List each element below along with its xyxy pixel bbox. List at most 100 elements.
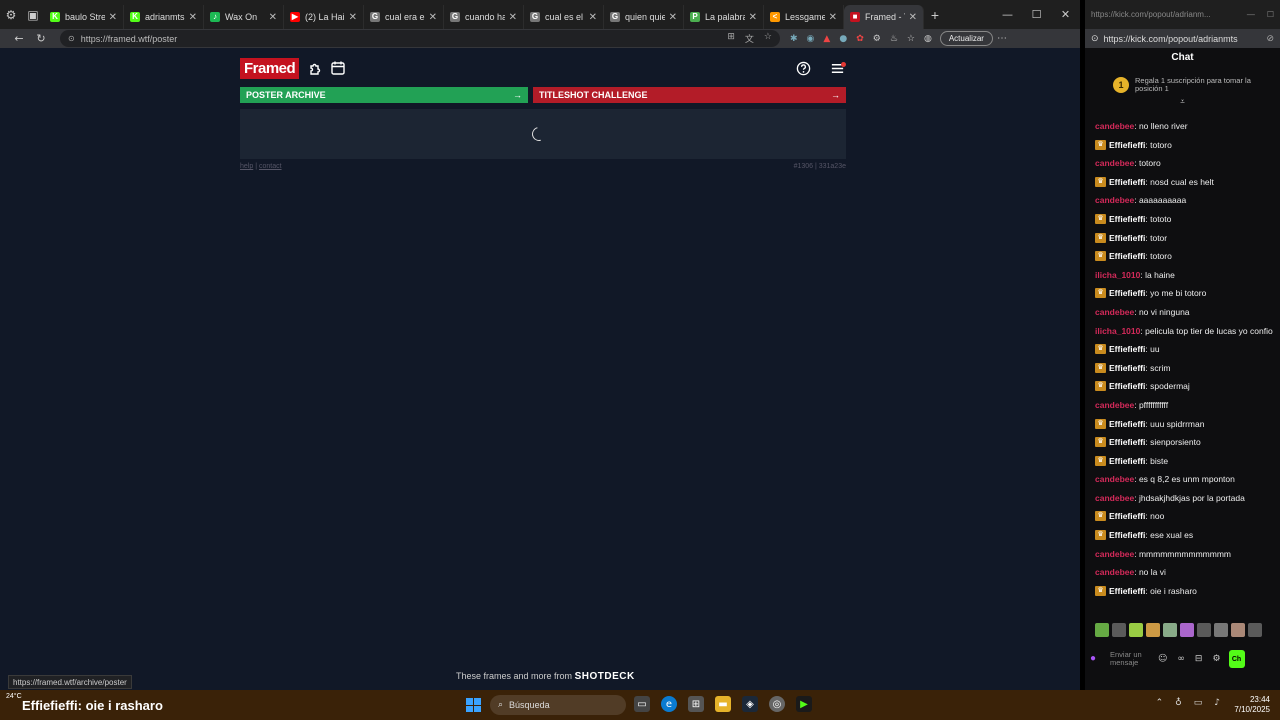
tab-close-icon[interactable]: ✕ bbox=[429, 12, 437, 23]
chat-message[interactable]: ♛ Effiefieffi: uu bbox=[1095, 344, 1273, 355]
browser-tab[interactable]: Gcual era el n ✕ bbox=[364, 5, 444, 29]
chat-username[interactable]: Effiefieffi bbox=[1109, 344, 1145, 354]
chat-message[interactable]: ♛ Effiefieffi: noo bbox=[1095, 511, 1273, 522]
tab-close-icon[interactable]: ✕ bbox=[189, 12, 197, 23]
network-icon[interactable]: ▭ bbox=[1194, 698, 1203, 708]
chat-input[interactable]: Enviar un mensaje bbox=[1110, 651, 1150, 667]
volume-icon[interactable]: ♪ bbox=[1214, 698, 1220, 708]
clock[interactable]: 23:44 7/10/2025 bbox=[1234, 695, 1270, 715]
browser-tab[interactable]: Gcual es el nu ✕ bbox=[524, 5, 604, 29]
chat-username[interactable]: Effiefieffi bbox=[1109, 511, 1145, 521]
minimize-icon[interactable]: — bbox=[993, 8, 1022, 21]
browser-tab[interactable]: ▶ (2) La Haine ✕ bbox=[284, 5, 364, 29]
chat-username[interactable]: Effiefieffi bbox=[1109, 288, 1145, 298]
chat-username[interactable]: Effiefieffi bbox=[1109, 363, 1145, 373]
chat-username[interactable]: candebee bbox=[1095, 121, 1134, 131]
chat-send-button[interactable]: Ch bbox=[1228, 650, 1245, 668]
emote-icon[interactable] bbox=[1197, 623, 1211, 637]
chat-message[interactable]: candebee: mmmmmmmmmmmmm bbox=[1095, 549, 1273, 559]
store-icon[interactable]: ⊞ bbox=[688, 696, 704, 712]
pinned-gift-banner[interactable]: 1 Regala 1 suscripción para tomar la pos… bbox=[1113, 77, 1270, 93]
chat-username[interactable]: Effiefieffi bbox=[1109, 586, 1145, 596]
maximize-icon[interactable]: ☐ bbox=[1022, 8, 1051, 21]
scroll-down-icon[interactable]: ⩡ bbox=[1085, 97, 1280, 107]
kick-app-icon[interactable]: ▶ bbox=[796, 696, 812, 712]
browser-tab[interactable]: ♪ Wax On ✕ bbox=[204, 5, 284, 29]
tab-close-icon[interactable]: ✕ bbox=[269, 12, 277, 23]
site-info-icon[interactable]: ⊙ bbox=[68, 34, 75, 43]
browser-tab[interactable]: < Lessgames ✕ bbox=[764, 5, 844, 29]
browser-tab[interactable]: Kadrianmts St ✕ bbox=[124, 5, 204, 29]
update-button[interactable]: Actualizar bbox=[939, 31, 993, 46]
contact-link[interactable]: contact bbox=[259, 163, 282, 170]
chat-username[interactable]: Effiefieffi bbox=[1109, 456, 1145, 466]
chat-username[interactable]: candebee bbox=[1095, 307, 1134, 317]
chat-message[interactable]: candebee: no la vi bbox=[1095, 567, 1273, 577]
chat-username[interactable]: Effiefieffi bbox=[1109, 419, 1145, 429]
popup-minimize-icon[interactable]: — bbox=[1247, 10, 1255, 19]
chat-username[interactable]: Effiefieffi bbox=[1109, 140, 1145, 150]
extension-6-icon[interactable]: ⚙ bbox=[873, 34, 881, 44]
chat-username[interactable]: candebee bbox=[1095, 493, 1134, 503]
chat-username[interactable]: Effiefieffi bbox=[1109, 233, 1145, 243]
chat-message[interactable]: ilicha_1010: la haine bbox=[1095, 270, 1273, 280]
titleshot-challenge-button[interactable]: TITLESHOT CHALLENGE → bbox=[533, 87, 846, 103]
new-tab-icon[interactable]: + bbox=[924, 7, 946, 23]
chat-message[interactable]: candebee: jhdsakjhdkjas por la portada bbox=[1095, 493, 1273, 503]
puzzle-icon[interactable] bbox=[307, 59, 325, 77]
emoji-icon[interactable]: ☺ bbox=[1158, 654, 1167, 664]
chat-message[interactable]: ♛ Effiefieffi: yo me bi totoro bbox=[1095, 288, 1273, 299]
windows-start-icon[interactable] bbox=[466, 698, 481, 712]
file-explorer-icon[interactable]: ▬ bbox=[715, 696, 731, 712]
emote-icon[interactable] bbox=[1146, 623, 1160, 637]
chat-message[interactable]: ilicha_1010: pelicula top tier de lucas … bbox=[1095, 326, 1273, 336]
steam-icon[interactable]: ◈ bbox=[742, 696, 758, 712]
extension-7-icon[interactable]: ♨ bbox=[890, 34, 898, 44]
chat-username[interactable]: ilicha_1010 bbox=[1095, 270, 1140, 280]
browser-tab[interactable]: Kbaulo Stream ✕ bbox=[44, 5, 124, 29]
popup-maximize-icon[interactable]: ☐ bbox=[1267, 10, 1274, 19]
tab-close-icon[interactable]: ✕ bbox=[829, 12, 837, 23]
extension-4-icon[interactable]: ● bbox=[839, 34, 847, 44]
chat-username[interactable]: Effiefieffi bbox=[1109, 530, 1145, 540]
chat-message[interactable]: ♛ Effiefieffi: oie i rasharo bbox=[1095, 585, 1273, 596]
chat-message[interactable]: candebee: aaaaaaaaaa bbox=[1095, 195, 1273, 205]
tab-close-icon[interactable]: ✕ bbox=[509, 12, 517, 23]
chat-username[interactable]: Effiefieffi bbox=[1109, 177, 1145, 187]
chat-username[interactable]: Effiefieffi bbox=[1109, 251, 1145, 261]
task-view-icon[interactable]: ▭ bbox=[634, 696, 650, 712]
chat-username[interactable]: candebee bbox=[1095, 195, 1134, 205]
chrome-icon[interactable]: ◎ bbox=[769, 696, 785, 712]
chat-username[interactable]: Effiefieffi bbox=[1109, 381, 1145, 391]
browser-tab[interactable]: P La palabra d ✕ bbox=[684, 5, 764, 29]
settings-gear-icon[interactable]: ⚙ bbox=[1212, 654, 1220, 664]
reload-icon[interactable]: ↻ bbox=[30, 32, 52, 45]
back-icon[interactable]: ← bbox=[8, 32, 30, 45]
chat-message[interactable]: candebee: no vi ninguna bbox=[1095, 307, 1273, 317]
more-menu-icon[interactable]: ⋯ bbox=[997, 33, 1007, 44]
gift-icon[interactable]: ⊟ bbox=[1195, 654, 1203, 664]
chat-message[interactable]: ♛ Effiefieffi: sienporsiento bbox=[1095, 437, 1273, 448]
extension-2-icon[interactable]: ◉ bbox=[807, 34, 815, 44]
chat-username[interactable]: candebee bbox=[1095, 474, 1134, 484]
chat-message[interactable]: ♛ Effiefieffi: tototo bbox=[1095, 213, 1273, 224]
help-icon[interactable] bbox=[794, 59, 812, 77]
chat-username[interactable]: candebee bbox=[1095, 158, 1134, 168]
emote-icon[interactable] bbox=[1248, 623, 1262, 637]
hamburger-menu-icon[interactable] bbox=[828, 59, 846, 77]
emote-icon[interactable] bbox=[1180, 623, 1194, 637]
microphone-icon[interactable]: ♁ bbox=[1175, 698, 1182, 708]
tab-close-icon[interactable]: ✕ bbox=[109, 12, 117, 23]
chat-message[interactable]: candebee: no lleno river bbox=[1095, 121, 1273, 131]
chat-message[interactable]: ♛ Effiefieffi: biste bbox=[1095, 455, 1273, 466]
translate-icon[interactable]: 文 bbox=[745, 32, 754, 45]
tab-close-icon[interactable]: ✕ bbox=[909, 12, 917, 23]
emote-icon[interactable] bbox=[1112, 623, 1126, 637]
browser-tab[interactable]: Gquien quiere ✕ bbox=[604, 5, 684, 29]
tab-actions-icon[interactable]: ▣ bbox=[22, 0, 44, 29]
framed-logo[interactable]: Framed bbox=[240, 57, 300, 79]
tab-close-icon[interactable]: ✕ bbox=[749, 12, 757, 23]
tab-close-icon[interactable]: ✕ bbox=[589, 12, 597, 23]
tab-close-icon[interactable]: ✕ bbox=[349, 12, 357, 23]
tray-overflow-icon[interactable]: ⌃ bbox=[1156, 698, 1164, 708]
